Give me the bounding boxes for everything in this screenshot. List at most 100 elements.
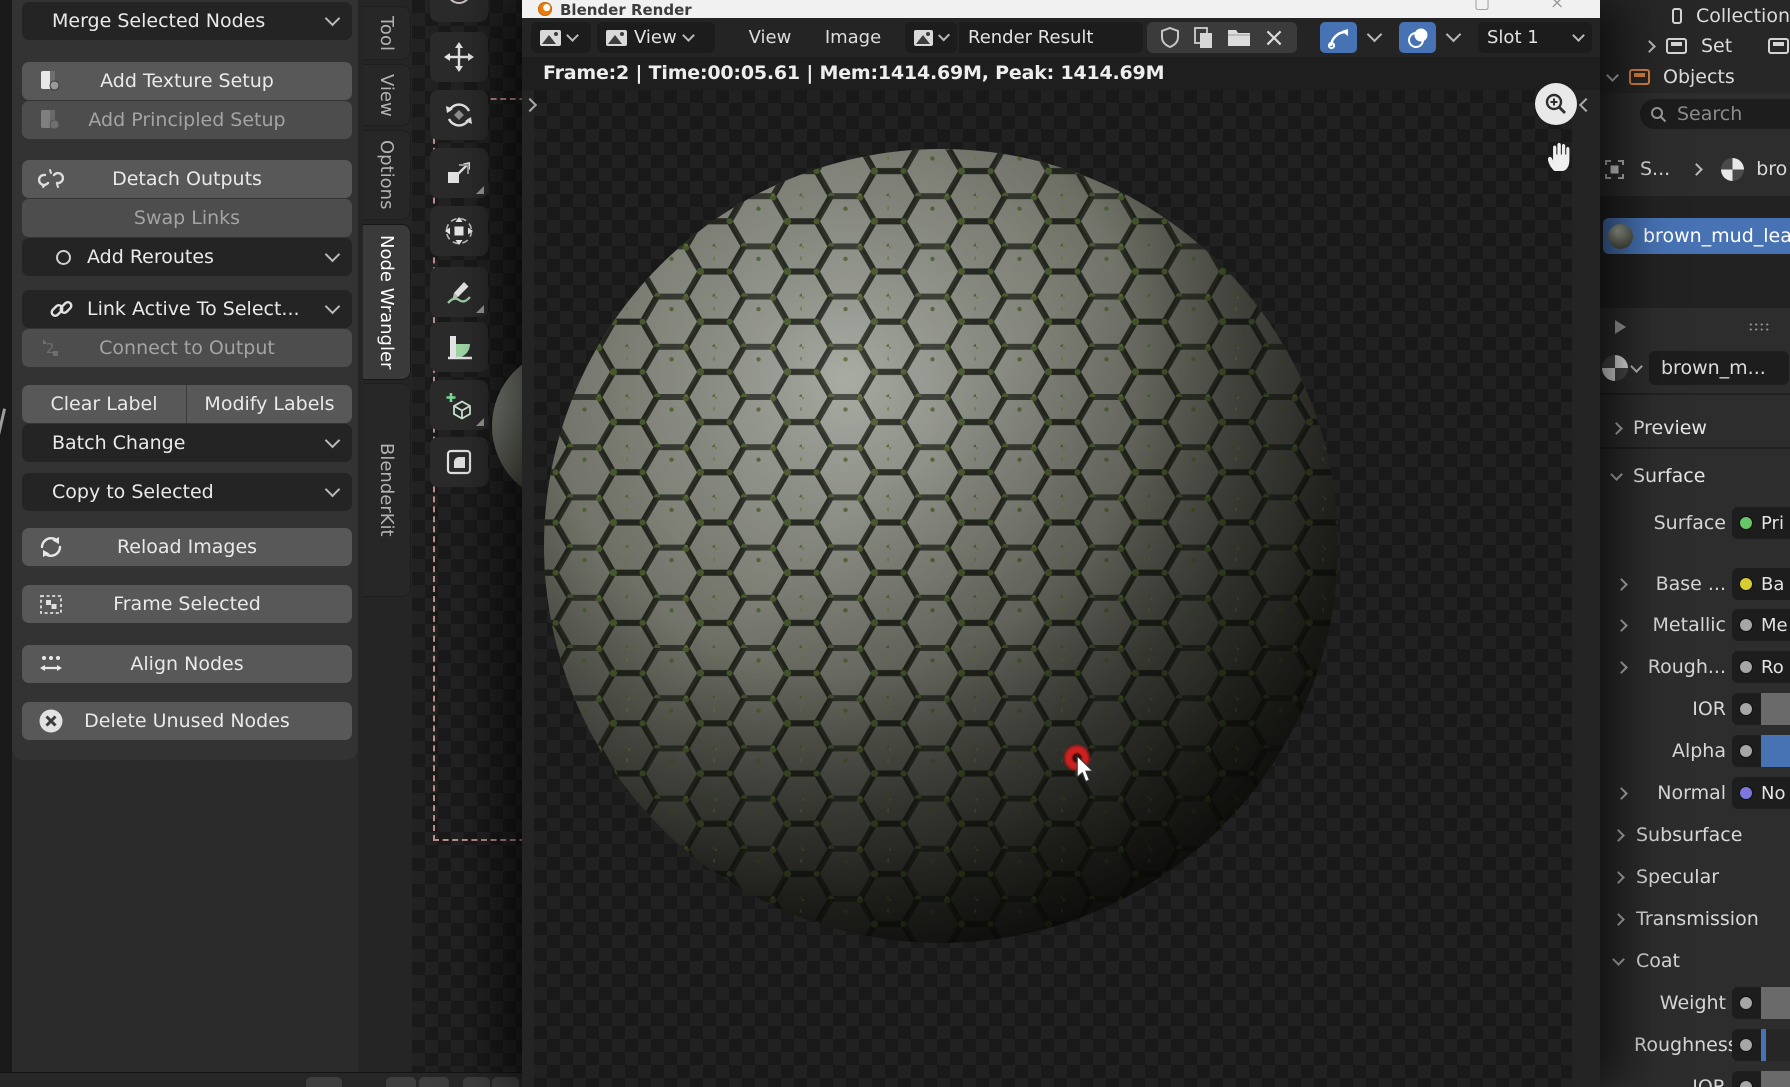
add-reroutes-button[interactable]: Add Reroutes [22, 238, 352, 276]
base-color-value-button[interactable]: Ba [1732, 568, 1790, 600]
coat-roughness-slider[interactable] [1732, 1029, 1790, 1061]
ior-property-row: IOR [1600, 692, 1790, 726]
annotate-tool-button[interactable] [430, 267, 488, 317]
search-input[interactable] [1675, 102, 1789, 126]
surface-value-button[interactable]: Pri [1732, 507, 1790, 539]
modify-labels-label: Modify Labels [204, 393, 334, 415]
frame-selected-button[interactable]: Frame Selected [22, 585, 352, 623]
tab-view[interactable]: View [363, 64, 411, 126]
expand-triangle-icon[interactable] [1615, 320, 1626, 334]
measure-tool-button[interactable] [430, 322, 488, 372]
detach-outputs-button[interactable]: Detach Outputs [22, 160, 352, 198]
unlink-x-icon[interactable]: × [1263, 28, 1285, 48]
metallic-value-button[interactable]: Me [1732, 609, 1790, 641]
expand-arrow-icon[interactable] [1615, 661, 1628, 674]
link-active-to-selected-label: Link Active To Select... [87, 298, 300, 320]
rotate-tool-button[interactable] [430, 90, 488, 140]
expand-arrow-icon[interactable] [1615, 619, 1628, 632]
menu-image[interactable]: Image [816, 22, 890, 53]
reload-images-label: Reload Images [117, 536, 257, 558]
material-name-field[interactable]: brown_m... [1649, 351, 1789, 385]
footer-button-fragment[interactable] [492, 1077, 519, 1087]
maximize-icon[interactable]: ▢ [1474, 0, 1490, 13]
window-titlebar[interactable]: Blender Render ▢ × [522, 0, 1600, 18]
material-icon[interactable] [1602, 355, 1628, 381]
scale-tool-button[interactable] [430, 148, 488, 198]
outliner-row-collection[interactable]: Collection [1600, 1, 1790, 31]
outliner-row-objects[interactable]: Objects [1600, 62, 1790, 92]
menu-view[interactable]: View [740, 22, 800, 53]
expand-arrow-icon[interactable] [1615, 578, 1628, 591]
coat-weight-slider[interactable] [1732, 987, 1790, 1019]
chevron-down-icon[interactable] [1446, 27, 1462, 43]
modify-labels-button[interactable]: Modify Labels [187, 385, 352, 423]
add-cube-tool-button[interactable] [430, 380, 488, 430]
link-active-to-selected-button[interactable]: Link Active To Select... [22, 290, 352, 328]
alpha-slider[interactable] [1732, 735, 1790, 767]
image-editor-icon [540, 30, 561, 46]
align-nodes-button[interactable]: Align Nodes [22, 645, 352, 683]
merge-selected-nodes-button[interactable]: Merge Selected Nodes [22, 2, 352, 40]
open-sidebar-arrow[interactable] [1581, 95, 1591, 114]
outliner-row-set[interactable]: Set [1600, 31, 1790, 61]
footer-button-fragment[interactable] [306, 1077, 342, 1087]
expand-arrow-icon[interactable] [1615, 787, 1628, 800]
tab-tool[interactable]: Tool [363, 6, 411, 60]
footer-button-fragment[interactable] [463, 1077, 490, 1087]
normal-value-button[interactable]: No [1732, 777, 1790, 809]
gizmo-toggle-button[interactable] [1320, 22, 1357, 53]
subsurface-section-header[interactable]: Subsurface [1600, 818, 1790, 852]
properties-search[interactable] [1640, 99, 1790, 129]
blender-render-window: Blender Render ▢ × View View Image Rende… [522, 0, 1600, 1087]
value-socket-icon [1739, 618, 1753, 632]
pan-hand-icon[interactable] [1543, 138, 1579, 174]
ior-slider[interactable] [1732, 693, 1790, 725]
specular-section-header[interactable]: Specular [1600, 860, 1790, 894]
tab-node-wrangler[interactable]: Node Wrangler [363, 224, 411, 380]
move-tool-button[interactable] [430, 32, 488, 82]
open-toolbar-arrow[interactable] [525, 95, 535, 114]
batch-change-button[interactable]: Batch Change [22, 424, 352, 462]
resize-grip-icon[interactable] [1748, 322, 1770, 332]
coat-ior-slider[interactable] [1732, 1071, 1790, 1087]
collection-label: Collection [1696, 5, 1790, 27]
chevron-down-icon[interactable] [1630, 360, 1643, 373]
tweak-tool-button[interactable] [430, 0, 488, 22]
coat-section-header[interactable]: Coat [1600, 944, 1790, 978]
copy-icon[interactable] [1193, 26, 1215, 50]
image-browse-dropdown[interactable] [905, 22, 957, 53]
footer-button-fragment[interactable] [419, 1077, 449, 1087]
roughness-property-row: Rough... Ro [1600, 650, 1790, 684]
transform-tool-button[interactable] [430, 206, 488, 256]
folder-icon[interactable] [1227, 28, 1251, 48]
display-mode-dropdown[interactable]: View [597, 22, 715, 53]
chevron-down-icon[interactable] [1367, 27, 1383, 43]
image-icon [606, 30, 627, 46]
add-texture-setup-button[interactable]: Add Texture Setup [22, 62, 352, 100]
transmission-section-header[interactable]: Transmission [1600, 902, 1790, 936]
image-name-field[interactable]: Render Result [959, 22, 1143, 53]
tab-options[interactable]: Options [363, 130, 411, 220]
roughness-value-button[interactable]: Ro [1732, 651, 1790, 683]
reload-images-button[interactable]: Reload Images [22, 528, 352, 566]
footer-button-fragment[interactable] [386, 1077, 416, 1087]
slot-dropdown[interactable]: Slot 1 [1478, 22, 1592, 53]
tab-blenderkit[interactable]: BlenderKit [363, 383, 411, 597]
expand-arrow-icon[interactable] [1643, 40, 1656, 53]
editor-type-button[interactable] [531, 22, 591, 53]
clear-label-button[interactable]: Clear Label [22, 385, 187, 423]
render-view-area[interactable] [534, 90, 1572, 1087]
material-slot-selected[interactable]: brown_mud_lea [1603, 218, 1790, 254]
close-icon[interactable]: × [1550, 0, 1564, 13]
copy-to-selected-button[interactable]: Copy to Selected [22, 473, 352, 511]
zoom-in-button[interactable] [1535, 83, 1577, 125]
breadcrumb-object[interactable]: S... [1640, 158, 1670, 180]
collapse-arrow-icon[interactable] [1606, 69, 1619, 82]
breadcrumb-material[interactable]: bro [1756, 158, 1787, 180]
extrude-tool-button[interactable] [430, 437, 488, 487]
preview-panel-header[interactable]: Preview [1600, 412, 1790, 444]
overlays-toggle-button[interactable] [1399, 22, 1436, 53]
delete-unused-nodes-button[interactable]: Delete Unused Nodes [22, 702, 352, 740]
surface-panel-header[interactable]: Surface [1600, 460, 1790, 492]
shield-icon[interactable] [1159, 26, 1181, 50]
